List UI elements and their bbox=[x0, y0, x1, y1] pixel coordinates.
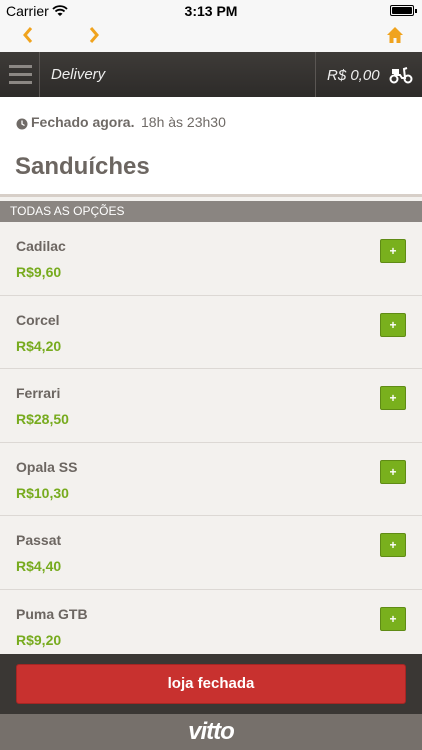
product-name: Corcel bbox=[16, 311, 60, 328]
clock-icon bbox=[16, 117, 28, 135]
product-price: R$28,50 bbox=[16, 411, 69, 427]
product-name: Puma GTB bbox=[16, 605, 88, 622]
product-name: Opala SS bbox=[16, 458, 78, 475]
battery-icon bbox=[390, 5, 417, 16]
hamburger-menu-icon[interactable] bbox=[0, 52, 40, 97]
add-to-cart-button[interactable]: + bbox=[380, 606, 406, 631]
product-item[interactable]: Opala SS R$10,30 + bbox=[0, 442, 422, 516]
back-chevron-icon[interactable] bbox=[22, 26, 34, 49]
add-to-cart-button[interactable]: + bbox=[380, 459, 406, 484]
category-title: Sanduíches bbox=[15, 153, 150, 180]
add-to-cart-button[interactable]: + bbox=[380, 533, 406, 557]
product-item[interactable]: Puma GTB R$9,20 + bbox=[0, 589, 422, 654]
product-price: R$4,40 bbox=[16, 558, 62, 574]
store-status: Fechado agora. bbox=[31, 114, 135, 130]
nav-bar bbox=[0, 22, 422, 52]
add-to-cart-button[interactable]: + bbox=[380, 312, 406, 337]
store-closed-button[interactable]: loja fechada bbox=[16, 664, 406, 704]
product-name: Ferrari bbox=[16, 385, 61, 401]
scooter-icon bbox=[389, 64, 413, 89]
product-item[interactable]: Corcel R$4,20 + bbox=[0, 295, 422, 369]
status-bar: Carrier 3:13 PM bbox=[0, 0, 422, 22]
store-info: Fechado agora. 18h às 23h30 Sanduíches bbox=[0, 97, 422, 197]
product-name: Passat bbox=[16, 532, 62, 548]
vitto-logo: vitto bbox=[188, 718, 235, 745]
product-price: R$10,30 bbox=[16, 484, 69, 501]
product-item[interactable]: Cadilac R$9,60 + bbox=[0, 222, 422, 296]
add-to-cart-button[interactable]: + bbox=[380, 386, 406, 410]
header-title: Delivery bbox=[51, 66, 106, 83]
product-price: R$4,20 bbox=[16, 337, 62, 354]
product-price: R$9,60 bbox=[16, 264, 62, 280]
brand-bar: vitto bbox=[0, 714, 422, 750]
add-to-cart-button[interactable]: + bbox=[380, 239, 406, 263]
product-name: Cadilac bbox=[16, 238, 66, 254]
store-hours: 18h às 23h30 bbox=[141, 114, 226, 130]
product-item[interactable]: Ferrari R$28,50 + bbox=[0, 369, 422, 443]
footer-bar: loja fechada bbox=[0, 654, 422, 714]
clock-time: 3:13 PM bbox=[184, 3, 238, 19]
product-item[interactable]: Passat R$4,40 + bbox=[0, 516, 422, 590]
product-list: Cadilac R$9,60 + Corcel R$4,20 + Ferrari… bbox=[0, 222, 422, 654]
cart-total: R$ 0,00 bbox=[327, 67, 380, 84]
app-header: Delivery R$ 0,00 bbox=[0, 52, 422, 97]
forward-chevron-icon[interactable] bbox=[88, 26, 100, 49]
cart-button[interactable]: R$ 0,00 bbox=[315, 52, 422, 97]
section-header: TODAS AS OPÇÕES bbox=[0, 201, 422, 222]
home-icon[interactable] bbox=[386, 26, 404, 49]
product-price: R$9,20 bbox=[16, 631, 62, 648]
